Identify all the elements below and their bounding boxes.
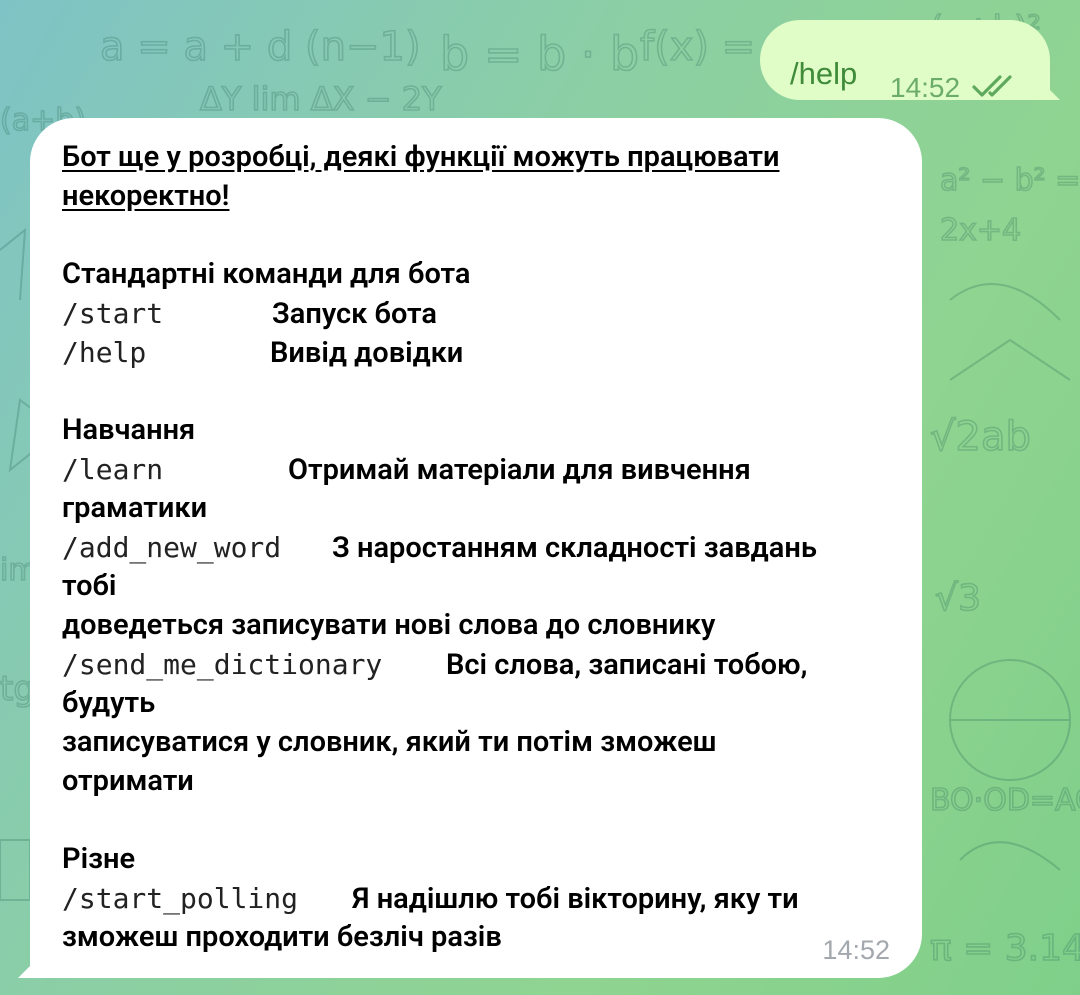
svg-text:√3: √3 <box>935 578 981 619</box>
command-learn[interactable]: /learn <box>62 450 288 489</box>
description-continuation: граматики <box>62 491 208 525</box>
command-add-new-word[interactable]: /add_new_word <box>62 528 332 567</box>
command-row-add-new-word: /add_new_word З наростанням складності за… <box>62 528 902 567</box>
double-check-icon <box>972 73 1018 104</box>
description-continuation: отримати <box>62 764 194 798</box>
outgoing-message-time: 14:52 <box>890 72 961 103</box>
command-description: Я надішлю тобі вікторину, яку ти <box>352 882 799 916</box>
description-continuation: будуть <box>62 686 156 720</box>
command-start[interactable]: /start <box>62 294 272 333</box>
svg-text:BO·OD=AO·: BO·OD=AO· <box>930 783 1080 818</box>
outgoing-message-meta: 14:52 <box>890 72 1018 104</box>
command-row-learn: /learn Отримай матеріали для вивчення <box>62 450 902 489</box>
section-heading-standard: Стандартні команди для бота <box>62 257 471 291</box>
svg-text:f(x) =: f(x) = <box>640 24 755 70</box>
command-row-send-me-dictionary: /send_me_dictionary Всі слова, записані т… <box>62 645 902 684</box>
description-continuation: доведеться записувати нові слова до слов… <box>62 608 716 642</box>
warning-line: Бот ще у розробці, деякі функції можуть … <box>62 140 780 174</box>
description-continuation: записуватися у словник, який ти потім зм… <box>62 725 717 759</box>
description-continuation: тобі <box>62 569 117 603</box>
svg-text:a = a + d (n−1): a = a + d (n−1) <box>100 24 421 70</box>
svg-text:π = 3.14: π = 3.14 <box>930 928 1080 969</box>
command-description: Отримай матеріали для вивчення <box>288 453 751 487</box>
outgoing-message-text: /help <box>790 56 858 91</box>
command-help[interactable]: /help <box>62 333 270 372</box>
svg-text:ΔY lim ΔX − 2Y: ΔY lim ΔX − 2Y <box>200 80 442 118</box>
svg-text:√2ab: √2ab <box>930 414 1031 460</box>
command-row-start-polling: /start_polling Я надішлю тобі вікторину, … <box>62 879 902 918</box>
section-heading-learning: Навчання <box>62 413 196 447</box>
incoming-message-text: Бот ще у розробці, деякі функції можуть … <box>62 138 902 957</box>
command-description: Запуск бота <box>272 297 437 331</box>
warning-line: некоректно! <box>62 179 230 213</box>
incoming-message-time: 14:52 <box>822 935 890 965</box>
command-start-polling[interactable]: /start_polling <box>62 879 352 918</box>
command-description: Всі слова, записані тобою, <box>446 648 808 682</box>
command-row-start: /start Запуск бота <box>62 294 902 333</box>
outgoing-message-bubble[interactable]: /help 14:52 <box>760 20 1050 103</box>
command-row-help: /help Вивід довідки <box>62 333 902 372</box>
section-heading-misc: Різне <box>62 842 136 876</box>
svg-text:a² − b² =: a² − b² = <box>940 163 1080 198</box>
svg-text:b = b · b: b = b · b <box>440 27 639 81</box>
command-send-me-dictionary[interactable]: /send_me_dictionary <box>62 645 446 684</box>
command-description: Вивід довідки <box>270 336 464 370</box>
incoming-message-bubble[interactable]: Бот ще у розробці, деякі функції можуть … <box>30 118 922 978</box>
svg-text:2x+4: 2x+4 <box>940 213 1021 248</box>
command-description: З наростанням складності завдань <box>332 531 817 565</box>
description-continuation: зможеш проходити безліч разів <box>62 920 502 954</box>
